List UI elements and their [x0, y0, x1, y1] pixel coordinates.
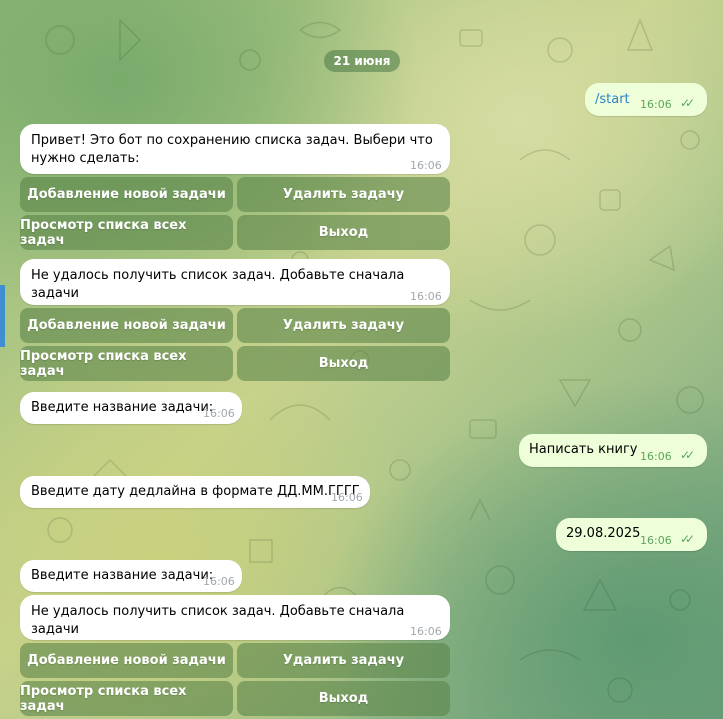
message-text: 29.08.2025 [566, 526, 641, 541]
double-check-icon: ✓✓ [680, 532, 695, 546]
view-tasks-button[interactable]: Просмотр списка всех задач [20, 346, 233, 381]
message-text: Не удалось получить список задач. Добавь… [31, 604, 405, 637]
message-time: 16:06 [640, 98, 672, 111]
message-time: 16:06 [410, 290, 442, 303]
add-task-button[interactable]: Добавление новой задачи [20, 643, 233, 678]
message-time: 16:06 [331, 491, 363, 504]
delete-task-button[interactable]: Удалить задачу [237, 643, 450, 678]
message-text: Введите дату дедлайна в формате ДД.ММ.ГГ… [31, 484, 360, 499]
message-time: 16:06 [410, 159, 442, 172]
message-text: Привет! Это бот по сохранению списка зад… [31, 133, 433, 166]
incoming-message: Введите название задачи: 16:06 [20, 560, 242, 592]
delete-task-button[interactable]: Удалить задачу [237, 177, 450, 212]
message-time: 16:06 [203, 407, 235, 420]
message-text: Не удалось получить список задач. Добавь… [31, 268, 405, 301]
exit-button[interactable]: Выход [237, 681, 450, 716]
exit-button[interactable]: Выход [237, 346, 450, 381]
incoming-message: Привет! Это бот по сохранению списка зад… [20, 124, 450, 174]
message-text: Введите название задачи: [31, 400, 214, 415]
message-time: 16:06 [410, 625, 442, 638]
bot-command-link[interactable]: /start [595, 91, 630, 109]
double-check-icon: ✓✓ [680, 448, 695, 462]
add-task-button[interactable]: Добавление новой задачи [20, 308, 233, 343]
add-task-button[interactable]: Добавление новой задачи [20, 177, 233, 212]
message-time: 16:06 [203, 575, 235, 588]
message-text: Введите название задачи: [31, 568, 214, 583]
incoming-message: Не удалось получить список задач. Добавь… [20, 595, 450, 640]
double-check-icon: ✓✓ [680, 96, 695, 110]
message-time: 16:06 [640, 450, 672, 463]
incoming-message: Введите дату дедлайна в формате ДД.ММ.ГГ… [20, 476, 370, 508]
view-tasks-button[interactable]: Просмотр списка всех задач [20, 681, 233, 716]
outgoing-message: 29.08.2025 16:06 ✓✓ [556, 518, 707, 551]
message-time: 16:06 [640, 534, 672, 547]
delete-task-button[interactable]: Удалить задачу [237, 308, 450, 343]
message-text: Написать книгу [529, 442, 638, 457]
side-panel-edge[interactable] [0, 285, 5, 347]
date-separator: 21 июня [324, 50, 400, 72]
outgoing-message: Написать книгу 16:06 ✓✓ [519, 434, 707, 467]
view-tasks-button[interactable]: Просмотр списка всех задач [20, 215, 233, 250]
outgoing-message: /start 16:06 ✓✓ [585, 83, 707, 116]
incoming-message: Введите название задачи: 16:06 [20, 392, 242, 424]
exit-button[interactable]: Выход [237, 215, 450, 250]
incoming-message: Не удалось получить список задач. Добавь… [20, 259, 450, 305]
